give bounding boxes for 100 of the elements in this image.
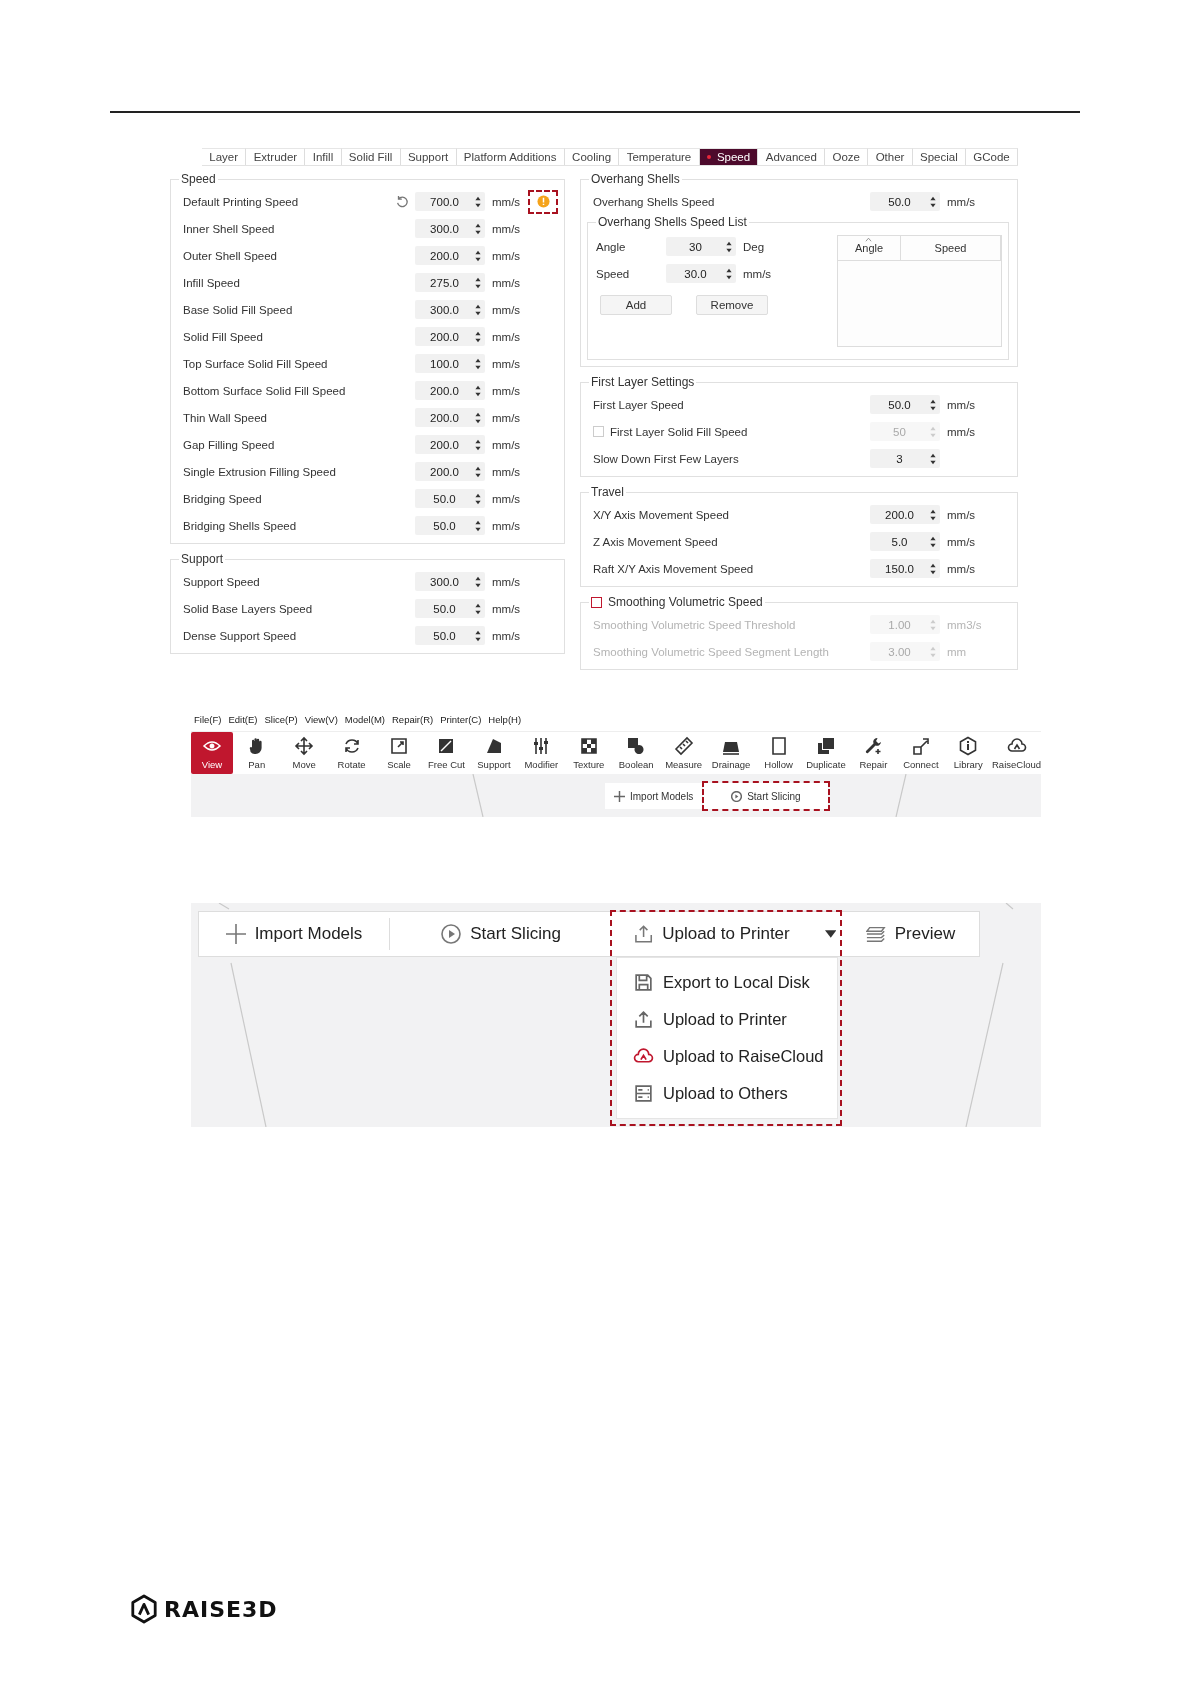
toolbar-button[interactable]: Move xyxy=(280,732,328,774)
toolbar-button[interactable]: Rotate xyxy=(327,732,376,774)
column-header[interactable]: Speed xyxy=(901,236,1001,260)
toolbar-button[interactable]: Drainage xyxy=(707,732,755,774)
spin-arrows-icon[interactable] xyxy=(725,239,733,254)
checkbox[interactable] xyxy=(591,596,602,608)
spin-field[interactable]: 50.0 xyxy=(415,599,485,618)
column-header[interactable]: Angle xyxy=(838,236,901,260)
import-button[interactable]: Import Models xyxy=(605,783,704,809)
settings-tab[interactable]: Platform Additions xyxy=(456,148,565,165)
spin-field[interactable]: 200.0 xyxy=(415,435,485,454)
settings-tab[interactable]: Cooling xyxy=(564,148,620,165)
spin-field[interactable]: 700.0 xyxy=(415,192,485,211)
settings-tab[interactable]: GCode xyxy=(966,148,1019,165)
list-button[interactable]: Remove xyxy=(696,295,768,315)
settings-tab[interactable]: Speed xyxy=(699,148,759,165)
list-button[interactable]: Add xyxy=(600,295,672,315)
toolbar-button[interactable]: RaiseCloud xyxy=(992,732,1042,774)
spin-arrows-icon[interactable] xyxy=(474,356,482,371)
spin-field[interactable]: 300.0 xyxy=(415,300,485,319)
spin-field[interactable]: 50.0 xyxy=(415,489,485,508)
toolbar-button[interactable]: View xyxy=(191,732,233,774)
slice-button[interactable]: Start Slicing xyxy=(703,783,830,809)
menu-item[interactable]: File(F) xyxy=(194,714,222,725)
toolbar-button[interactable]: Pan xyxy=(233,732,281,774)
menu-item[interactable]: Model(M) xyxy=(344,714,385,725)
settings-tab[interactable]: Advanced xyxy=(758,148,826,165)
menu-item[interactable]: Help(H) xyxy=(488,714,522,725)
menu-item[interactable]: Upload to Printer xyxy=(617,1001,837,1038)
spin-arrows-icon[interactable] xyxy=(474,574,482,589)
spin-arrows-icon[interactable] xyxy=(725,266,733,281)
spin-arrows-icon[interactable] xyxy=(474,628,482,643)
spin-arrows-icon[interactable] xyxy=(474,248,482,263)
menu-item[interactable]: Printer(C) xyxy=(440,714,482,725)
menu-item[interactable]: View(V) xyxy=(304,714,338,725)
spin-arrows-icon[interactable] xyxy=(929,534,937,549)
settings-tab[interactable]: Infill xyxy=(305,148,342,165)
spin-arrows-icon[interactable] xyxy=(474,491,482,506)
spin-field[interactable]: 200.0 xyxy=(415,462,485,481)
spin-arrows-icon[interactable] xyxy=(474,221,482,236)
spin-field[interactable]: 50.0 xyxy=(415,626,485,645)
spin-field[interactable]: 50.0 xyxy=(415,516,485,535)
spin-arrows-icon[interactable] xyxy=(474,302,482,317)
settings-tab[interactable]: Extruder xyxy=(246,148,306,165)
toolbar-button[interactable]: Library xyxy=(944,732,992,774)
spin-arrows-icon[interactable] xyxy=(929,451,937,466)
spin-field[interactable]: 300.0 xyxy=(415,219,485,238)
spin-arrows-icon[interactable] xyxy=(474,329,482,344)
reset-icon[interactable] xyxy=(395,194,409,209)
spin-field[interactable]: 50.0 xyxy=(870,192,940,211)
toolbar-button[interactable]: Hollow xyxy=(754,732,803,774)
spin-field[interactable]: 200.0 xyxy=(415,408,485,427)
spin-field[interactable]: 200.0 xyxy=(870,505,940,524)
menu-item[interactable]: Upload to RaiseCloud xyxy=(617,1038,837,1075)
settings-tab[interactable]: Layer xyxy=(202,148,247,165)
spin-arrows-icon[interactable] xyxy=(474,437,482,452)
spin-arrows-icon[interactable] xyxy=(474,518,482,533)
spin-field[interactable]: 200.0 xyxy=(415,381,485,400)
settings-tab[interactable]: Solid Fill xyxy=(341,148,401,165)
spin-field[interactable]: 50.0 xyxy=(870,395,940,414)
toolbar-button[interactable]: Measure xyxy=(659,732,708,774)
settings-tab[interactable]: Support xyxy=(400,148,457,165)
spin-arrows-icon[interactable] xyxy=(929,561,937,576)
toolbar-button[interactable]: Connect xyxy=(897,732,945,774)
spin-field[interactable]: 30.0 xyxy=(666,264,736,283)
toolbar-button[interactable]: Scale xyxy=(375,732,423,774)
settings-tab[interactable]: Other xyxy=(868,148,913,165)
menu-item[interactable]: Repair(R) xyxy=(392,714,434,725)
toolbar-button[interactable]: Free Cut xyxy=(422,732,471,774)
spin-arrows-icon[interactable] xyxy=(474,383,482,398)
settings-tab[interactable]: Ooze xyxy=(825,148,869,165)
spin-arrows-icon[interactable] xyxy=(929,507,937,522)
spin-field[interactable]: 5.0 xyxy=(870,532,940,551)
toolbar-button[interactable]: Modifier xyxy=(517,732,566,774)
spin-arrows-icon[interactable] xyxy=(929,397,937,412)
spin-arrows-icon[interactable] xyxy=(474,410,482,425)
menu-item[interactable]: Export to Local Disk xyxy=(617,964,837,1001)
menu-item[interactable]: Edit(E) xyxy=(228,714,258,725)
spin-field[interactable]: 275.0 xyxy=(415,273,485,292)
toolbar-button[interactable]: Boolean xyxy=(612,732,660,774)
spin-field[interactable]: 3 xyxy=(870,449,940,468)
spin-field[interactable]: 200.0 xyxy=(415,327,485,346)
spin-arrows-icon[interactable] xyxy=(929,194,937,209)
toolbar-button[interactable]: Duplicate xyxy=(802,732,850,774)
spin-arrows-icon[interactable] xyxy=(474,464,482,479)
menu-item[interactable]: Slice(P) xyxy=(264,714,298,725)
spin-arrows-icon[interactable] xyxy=(474,194,482,209)
toolbar-button[interactable]: Texture xyxy=(565,732,613,774)
spin-arrows-icon[interactable] xyxy=(474,601,482,616)
spin-arrows-icon[interactable] xyxy=(474,275,482,290)
settings-tab[interactable]: Special xyxy=(912,148,967,165)
menu-item[interactable]: Upload to Others xyxy=(617,1075,837,1112)
spin-field[interactable]: 300.0 xyxy=(415,572,485,591)
spin-field[interactable]: 100.0 xyxy=(415,354,485,373)
spin-field[interactable]: 200.0 xyxy=(415,246,485,265)
spin-field[interactable]: 30 xyxy=(666,237,736,256)
toolbar-button[interactable]: Repair xyxy=(849,732,898,774)
settings-tab[interactable]: Temperature xyxy=(619,148,700,165)
toolbar-button[interactable]: Support xyxy=(470,732,518,774)
spin-field[interactable]: 150.0 xyxy=(870,559,940,578)
